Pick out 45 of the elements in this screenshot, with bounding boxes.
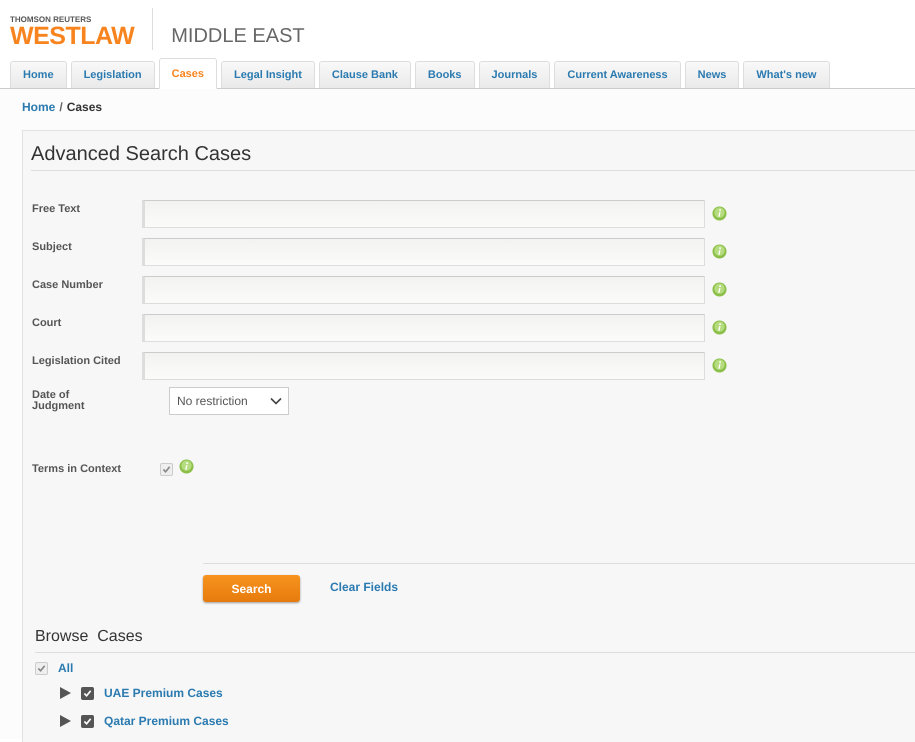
nav-tab[interactable]: Legal Insight xyxy=(221,61,315,88)
input-field[interactable] xyxy=(142,200,705,228)
nav-tab[interactable]: Journals xyxy=(478,61,550,88)
field-label: Subject xyxy=(32,240,73,253)
breadcrumb-link[interactable]: Home xyxy=(22,100,56,114)
expand-icon[interactable] xyxy=(59,687,71,699)
field-label: Terms in Context xyxy=(32,464,122,474)
expand-icon[interactable] xyxy=(59,715,71,727)
tree-item-link[interactable]: Qatar Premium Cases xyxy=(104,714,229,728)
input-field[interactable] xyxy=(142,238,705,266)
nav-tab[interactable]: News xyxy=(684,61,740,88)
search-button[interactable]: Search xyxy=(203,575,300,602)
input-field[interactable] xyxy=(142,314,705,342)
nav-tab[interactable]: Books xyxy=(414,61,475,88)
info-icon[interactable] xyxy=(712,320,727,335)
info-icon[interactable] xyxy=(179,459,194,474)
info-icon[interactable] xyxy=(712,358,727,373)
field-label: Date of Judgment xyxy=(32,390,86,412)
checkbox[interactable] xyxy=(81,686,94,700)
date-dropdown[interactable]: No restriction xyxy=(169,387,289,415)
section-title: Browse Cases xyxy=(35,628,915,653)
field-label: Legislation Cited xyxy=(32,354,122,367)
breadcrumb-separator: / xyxy=(59,100,63,114)
nav-tab[interactable]: What's new xyxy=(743,61,830,88)
input-field[interactable] xyxy=(142,352,705,380)
input-field[interactable] xyxy=(142,276,705,304)
info-icon[interactable] xyxy=(712,206,727,221)
region-title: MIDDLE EAST xyxy=(171,25,305,49)
info-icon[interactable] xyxy=(712,282,727,297)
field-label: Case Number xyxy=(32,278,104,291)
nav-tab[interactable]: Current Awareness xyxy=(554,61,681,88)
checkbox[interactable] xyxy=(81,714,94,728)
info-icon[interactable] xyxy=(712,244,727,259)
tree-item-link[interactable]: UAE Premium Cases xyxy=(104,686,223,700)
nav-tab[interactable]: Legislation xyxy=(70,61,155,88)
field-label: Free Text xyxy=(32,202,82,215)
clear-fields-link[interactable]: Clear Fields xyxy=(330,580,398,594)
field-label: Court xyxy=(32,316,62,329)
chevron-down-icon xyxy=(270,397,282,405)
page-title: Advanced Search Cases xyxy=(31,143,915,171)
nav-tab[interactable]: Cases xyxy=(158,58,218,89)
westlaw-logo: THOMSON REUTERS WESTLAW xyxy=(10,8,154,50)
nav-tab[interactable]: Home xyxy=(10,61,67,88)
nav-tab[interactable]: Clause Bank xyxy=(318,61,411,88)
breadcrumb-current: Cases xyxy=(66,100,102,114)
